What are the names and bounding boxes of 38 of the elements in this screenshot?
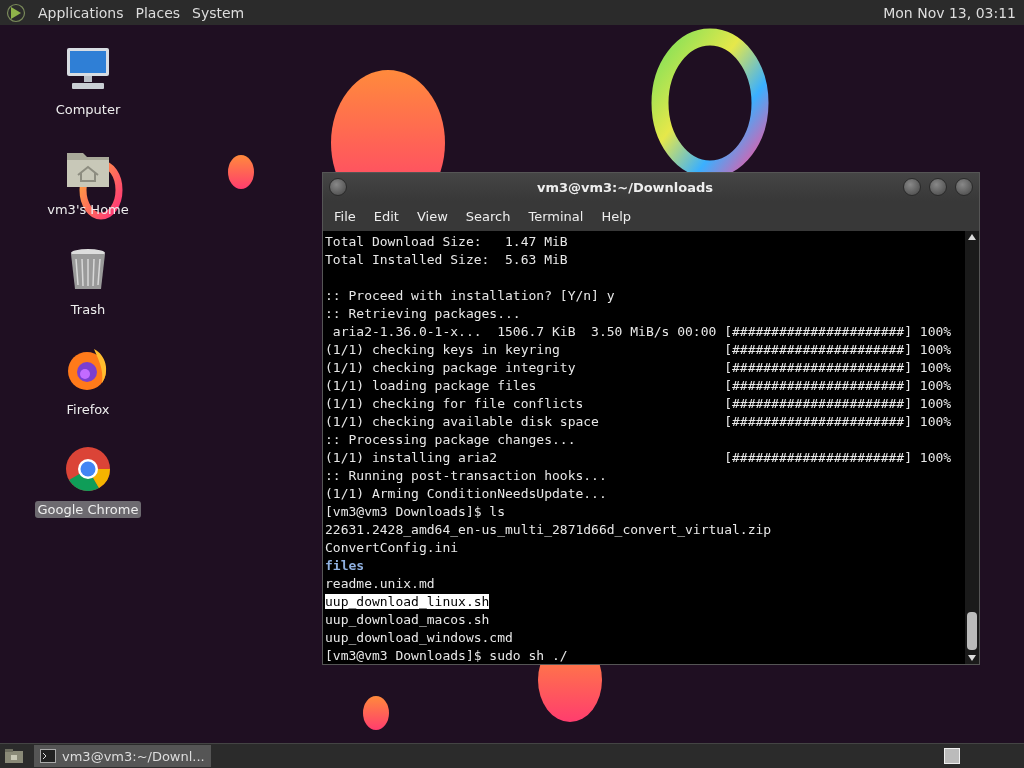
terminal-line: aria2-1.36.0-1-x... 1506.7 KiB 3.50 MiB/s 00:00 [######################] 100% xyxy=(331,324,952,339)
terminal-line: :: Proceed with installation? [Y/n] y xyxy=(325,288,615,303)
desktop-icon-label[interactable]: Trash xyxy=(67,301,109,318)
desktop-icon-label[interactable]: Computer xyxy=(52,101,124,118)
terminal-line: :: Processing package changes... xyxy=(325,432,576,447)
terminal-line: :: Running post-transaction hooks... xyxy=(325,468,607,483)
panel-menu[interactable]: System xyxy=(192,4,245,21)
menu-item[interactable]: Edit xyxy=(364,204,408,228)
clock[interactable]: Mon Nov 13, 03:11 xyxy=(883,4,1018,21)
menu-item[interactable]: Help xyxy=(592,204,641,228)
panel-menu[interactable]: Places xyxy=(135,4,181,21)
terminal-line: uup_download_macos.sh xyxy=(325,612,490,627)
panel-menu[interactable]: Applications xyxy=(38,4,124,21)
terminal-line: [vm3@vm3 Downloads]$ sudo sh ./ xyxy=(325,648,568,663)
menu-item[interactable]: File xyxy=(325,204,365,228)
terminal-line: :: Retrieving packages... xyxy=(325,306,521,321)
desktop-icon-label[interactable]: Firefox xyxy=(63,401,113,418)
terminal-line: (1/1) loading package files [######################] 100% xyxy=(325,378,952,393)
terminal-line: Total Installed Size: 5.63 MiB xyxy=(325,252,568,267)
terminal-line: files xyxy=(325,558,365,573)
terminal-line: uup_download_windows.cmd xyxy=(325,630,513,645)
menu-item[interactable]: Terminal xyxy=(519,204,593,228)
terminal-line: (1/1) checking for file conflicts [######################] 100% xyxy=(325,396,952,411)
taskbar-button[interactable]: vm3@vm3:~/Downl... xyxy=(34,745,211,767)
terminal-line: 22631.2428_amd64_en-us_multi_2871d66d_convert_virtual.zip xyxy=(325,522,772,537)
terminal-line: (1/1) checking available disk space [######################] 100% xyxy=(325,414,952,429)
terminal-line: readme.unix.md xyxy=(325,576,435,591)
menu-item[interactable]: Search xyxy=(456,204,520,228)
terminal-line: Total Download Size: 1.47 MiB xyxy=(325,234,568,249)
terminal-line: (1/1) checking package integrity [######################] 100% xyxy=(325,360,952,375)
menu-item[interactable]: View xyxy=(407,204,457,228)
terminal-line: ConvertConfig.ini xyxy=(325,540,459,555)
terminal-line: (1/1) checking keys in keyring [######################] 100% xyxy=(325,342,952,357)
desktop-icon-label[interactable]: Google Chrome xyxy=(34,501,142,518)
window-title: vm3@vm3:~/Downloads xyxy=(535,179,715,195)
terminal-line: (1/1) installing aria2 [######################] 100% xyxy=(325,450,952,465)
terminal-line: (1/1) Arming ConditionNeedsUpdate... xyxy=(325,486,607,501)
terminal-line: [vm3@vm3 Downloads]$ ls xyxy=(325,504,505,519)
